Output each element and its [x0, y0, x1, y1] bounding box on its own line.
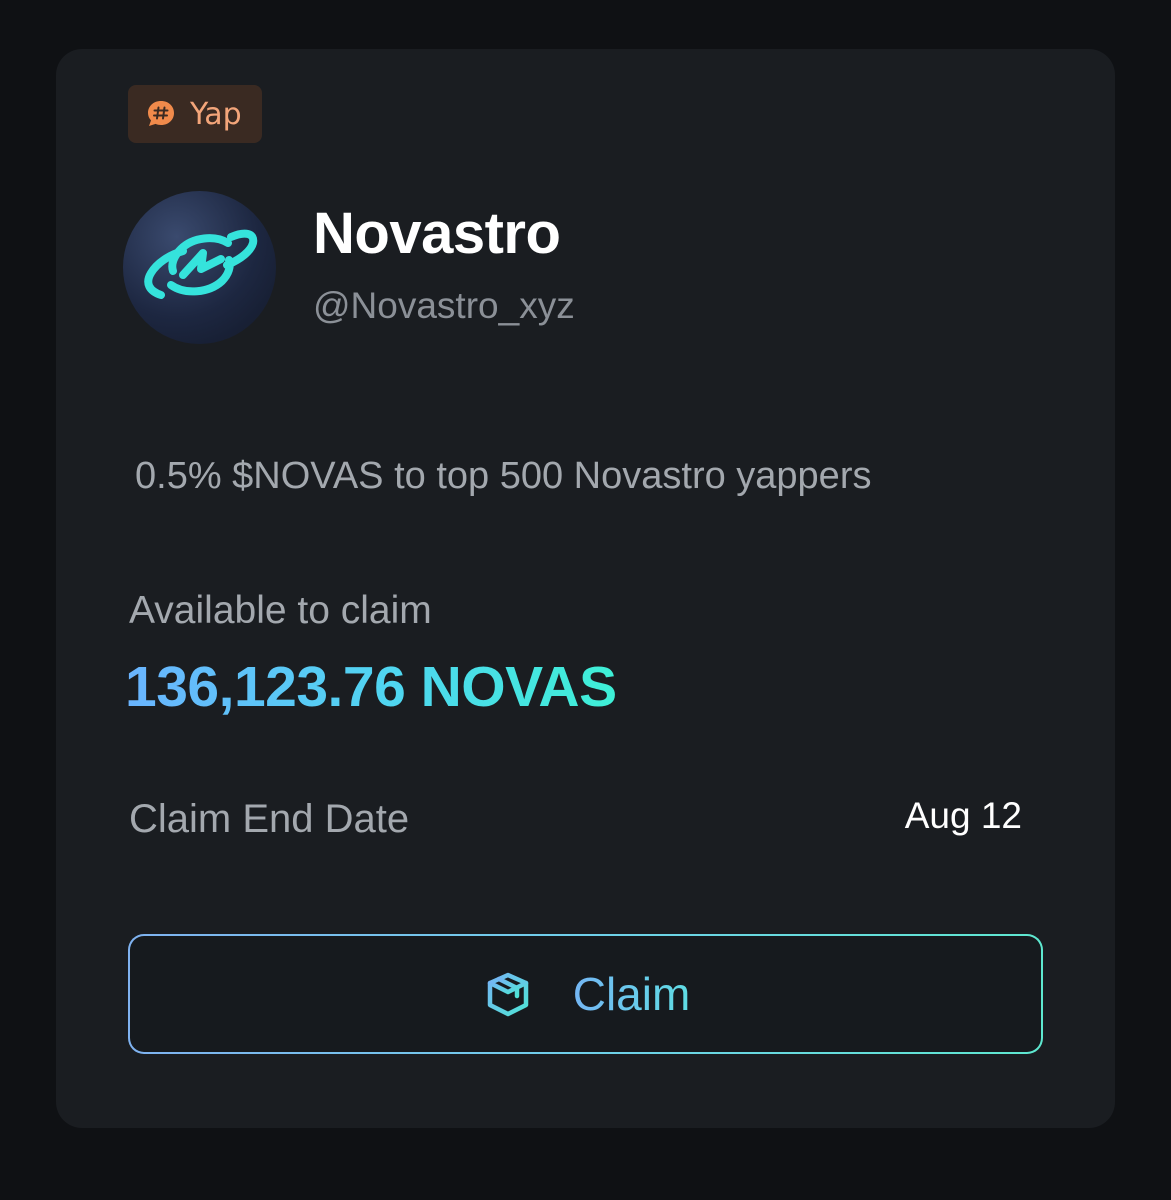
project-name: Novastro — [313, 201, 561, 266]
claim-button[interactable]: Claim — [128, 934, 1043, 1054]
box-icon — [487, 972, 528, 1017]
claim-button-label: Claim — [572, 968, 691, 1020]
available-label: Available to claim — [129, 589, 432, 632]
campaign-description: 0.5% $NOVAS to top 500 Novastro yappers — [135, 455, 872, 497]
tag-label: Yap — [190, 96, 242, 132]
project-handle[interactable]: @Novastro_xyz — [313, 287, 575, 324]
project-avatar[interactable] — [123, 191, 276, 344]
yap-tag: Yap — [128, 85, 262, 143]
claim-end-date: Aug 12 — [904, 795, 1022, 836]
claim-card: Yap Novastro @Novastro_xyz 0.5% $NOVAS t… — [56, 49, 1115, 1128]
claim-end-label: Claim End Date — [129, 797, 410, 841]
claim-amount: 136,123.76 NOVAS — [125, 655, 617, 719]
planet-lightning-logo — [144, 229, 258, 299]
hashtag-chat-icon — [148, 101, 174, 126]
